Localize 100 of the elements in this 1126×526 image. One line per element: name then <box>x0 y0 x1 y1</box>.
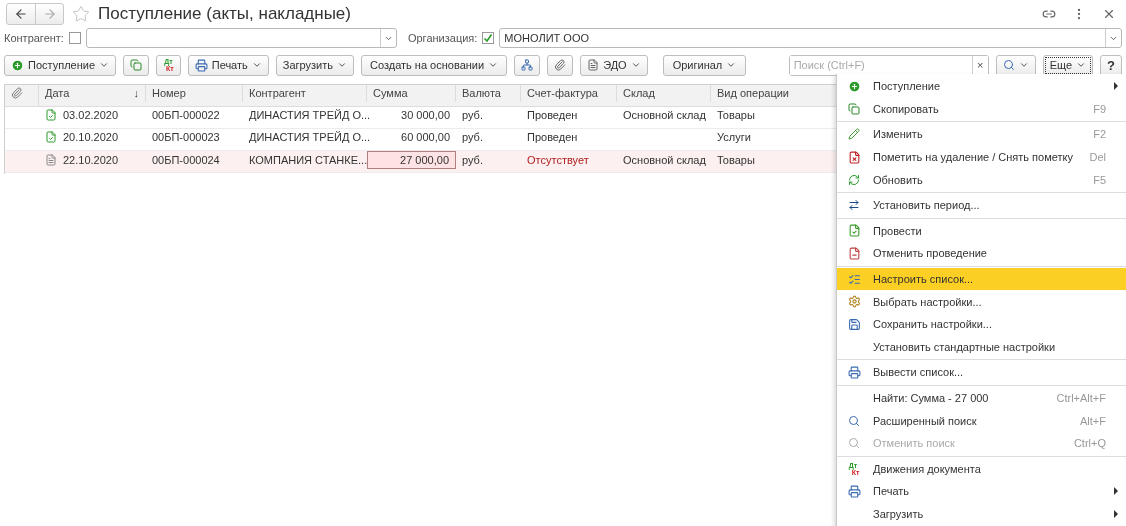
column-header[interactable]: Дата <box>45 87 70 100</box>
table-cell: Товары <box>717 153 755 166</box>
printer-icon <box>847 365 861 379</box>
table-cell: Основной склад <box>623 153 706 166</box>
search-field[interactable]: Поиск (Ctrl+F) × <box>788 54 989 76</box>
print-button[interactable]: Печать <box>187 54 269 76</box>
checkbox[interactable] <box>482 32 495 44</box>
paperclip-icon <box>554 59 567 71</box>
menu-item[interactable]: Вывести список... <box>837 361 1126 384</box>
submenu-arrow-icon <box>1114 82 1118 91</box>
table-cell: ДИНАСТИЯ ТРЕЙД О... <box>249 131 371 144</box>
search-button[interactable] <box>995 54 1036 76</box>
table-cell: Основной склад <box>623 109 706 122</box>
menu-item[interactable]: Расширенный поиск Alt+F <box>837 409 1126 432</box>
table-cell: Товары <box>717 109 755 122</box>
menu-item[interactable]: Найти: Сумма - 27 000 Ctrl+Alt+F <box>837 386 1126 410</box>
period-icon <box>848 199 860 212</box>
document-cancel-icon <box>847 246 861 260</box>
search-icon <box>848 437 860 450</box>
document-check-icon <box>847 224 861 238</box>
caret-icon <box>337 60 347 70</box>
table-cell: 00БП-000024 <box>152 153 220 166</box>
caret-icon <box>1076 60 1087 70</box>
more-button[interactable]: Еще <box>1042 54 1094 76</box>
refresh-icon <box>848 173 860 186</box>
table-cell: 00БП-000023 <box>152 131 220 144</box>
attach-button[interactable] <box>547 54 574 76</box>
caret-icon <box>630 60 641 70</box>
table-cell: ДИНАСТИЯ ТРЕЙД О... <box>249 109 371 122</box>
column-header[interactable]: Сумма <box>373 87 408 100</box>
column-header[interactable]: Контрагент <box>249 87 306 100</box>
menu-item[interactable]: Установить период... <box>837 193 1126 217</box>
column-header[interactable]: Номер <box>152 87 186 100</box>
checkbox[interactable] <box>68 32 81 44</box>
checkmark-icon <box>483 33 494 43</box>
printer-icon <box>194 58 208 72</box>
table-cell: 03.02.2020 <box>63 109 119 122</box>
caret-icon <box>1018 60 1029 70</box>
caret-icon <box>726 60 737 70</box>
table-cell: КОМПАНИЯ СТАНКЕ... <box>249 153 368 166</box>
printer-icon <box>847 484 861 498</box>
column-header[interactable]: Склад <box>623 87 655 100</box>
copy-icon <box>848 102 860 115</box>
menu-item[interactable]: Печать <box>837 480 1126 503</box>
menu-item[interactable]: Выбрать настройки... <box>837 290 1126 313</box>
table-cell: Проведен <box>527 131 578 144</box>
table-cell: руб. <box>462 109 483 122</box>
help-button[interactable]: ? <box>1100 54 1122 76</box>
table-cell: 60 000,00 <box>401 131 450 144</box>
create-based-on-button[interactable]: Создать на основании <box>361 54 508 76</box>
star-icon[interactable] <box>72 5 90 23</box>
table-cell: руб. <box>462 153 483 166</box>
caret-icon <box>251 60 262 70</box>
document-icon <box>587 59 600 71</box>
search-icon <box>1002 59 1015 71</box>
list-settings-icon <box>847 272 861 286</box>
field-label: Организация: <box>407 32 478 44</box>
table-cell: Отсутствует <box>527 153 589 166</box>
save-icon <box>847 317 861 331</box>
table-cell: 27 000,00 <box>400 153 449 166</box>
caret-icon <box>488 60 499 70</box>
copy-icon <box>130 59 142 71</box>
menu-item[interactable]: Установить стандартные настройки <box>837 335 1126 359</box>
submenu-arrow-icon <box>1114 487 1118 496</box>
gear-icon <box>847 295 861 309</box>
menu-item[interactable]: Провести <box>837 219 1126 243</box>
table-cell: Услуги <box>717 131 751 144</box>
menu-item[interactable]: Загрузить <box>837 502 1126 526</box>
create-button[interactable]: Поступление <box>4 54 116 76</box>
delete-mark-icon <box>847 150 861 164</box>
original-button[interactable]: Оригинал <box>662 54 747 76</box>
window-title: Поступление (акты, накладные) <box>98 4 352 24</box>
structure-button[interactable] <box>514 54 541 76</box>
search-icon <box>848 414 860 427</box>
column-header[interactable]: Вид операции <box>717 87 789 100</box>
column-header[interactable]: Валюта <box>462 87 501 100</box>
plus-icon <box>847 79 861 93</box>
structure-icon <box>521 59 534 71</box>
load-button[interactable]: Загрузить <box>275 54 354 76</box>
menu-item[interactable]: Отменить проведение <box>837 242 1126 265</box>
edo-button[interactable]: ЭДО <box>580 54 648 76</box>
copy-button[interactable] <box>123 54 149 76</box>
plus-icon <box>11 58 24 72</box>
menu-item[interactable]: Сохранить настройки... <box>837 312 1126 336</box>
menu-item[interactable]: Настроить список... <box>837 267 1126 291</box>
table-cell: руб. <box>462 131 483 144</box>
column-header[interactable]: Счет-фактура <box>527 87 598 100</box>
table-cell: 30 000,00 <box>401 109 450 122</box>
table-cell: 00БП-000022 <box>152 109 220 122</box>
submenu-arrow-icon <box>1114 510 1118 518</box>
pencil-icon <box>848 128 860 141</box>
field-label: Контрагент: <box>4 32 64 44</box>
caret-icon <box>99 60 109 70</box>
table-cell: 20.10.2020 <box>63 131 119 144</box>
counterparty-field[interactable] <box>85 28 397 48</box>
table-cell: 22.10.2020 <box>63 153 119 166</box>
menu-item[interactable]: Поступление <box>837 75 1126 98</box>
organization-field[interactable]: МОНОЛИТ ООО <box>499 28 1122 48</box>
sort-icon: ↓ <box>133 87 139 100</box>
attachment-icon <box>11 87 23 100</box>
